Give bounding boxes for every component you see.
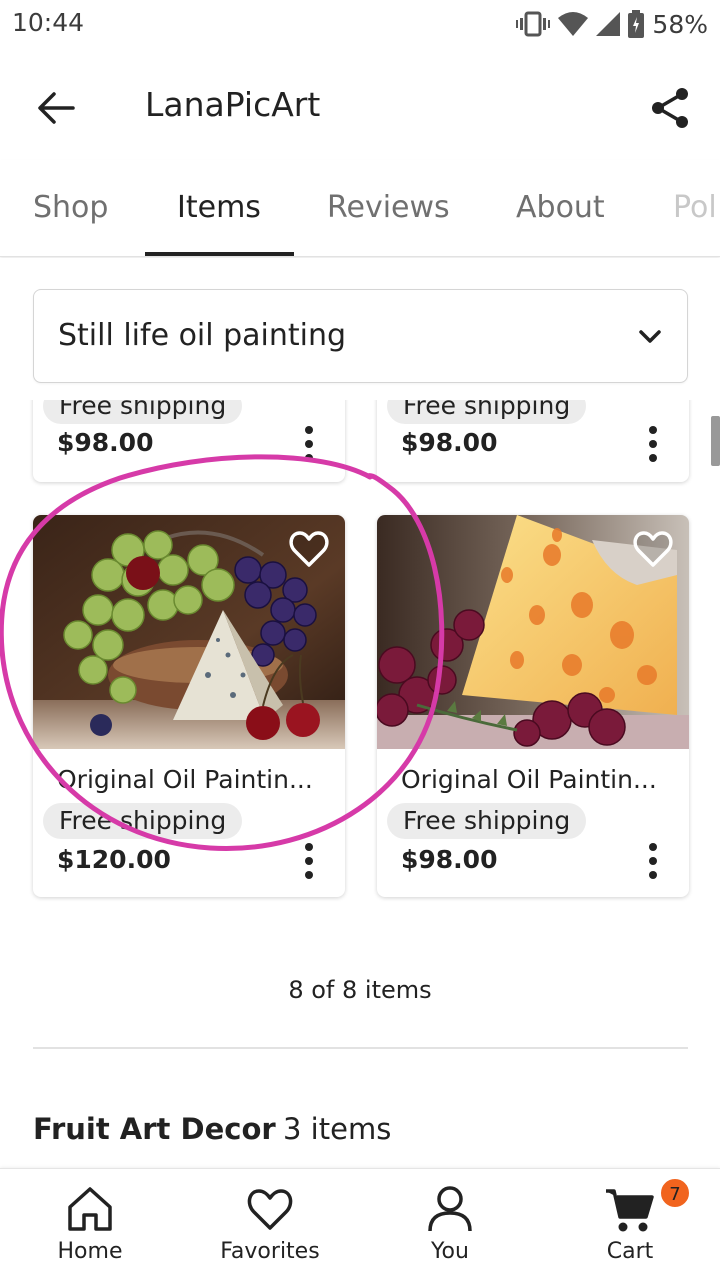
favorite-heart-icon[interactable] bbox=[287, 527, 331, 571]
heart-icon bbox=[247, 1189, 293, 1230]
battery-percent: 58% bbox=[652, 9, 708, 39]
item-price: $120.00 bbox=[57, 845, 171, 874]
product-card[interactable]: Original Oil Paintin... Free shipping $1… bbox=[33, 515, 345, 897]
nav-home[interactable]: Home bbox=[0, 1169, 180, 1280]
item-count: 8 of 8 items bbox=[288, 976, 432, 1004]
tab-about[interactable]: About bbox=[516, 160, 605, 256]
product-card[interactable]: Original Oil Paintin... Free shipping $9… bbox=[377, 515, 689, 897]
nav-home-label: Home bbox=[57, 1239, 123, 1264]
status-icons: 58% bbox=[516, 8, 708, 40]
more-options-icon[interactable] bbox=[295, 424, 323, 464]
scrollbar[interactable] bbox=[711, 416, 720, 466]
free-shipping-badge: Free shipping bbox=[387, 803, 587, 839]
battery-icon bbox=[628, 10, 645, 38]
nav-cart-label: Cart bbox=[606, 1239, 654, 1264]
nav-cart[interactable]: 7 Cart bbox=[540, 1169, 720, 1280]
nav-favorites-label: Favorites bbox=[220, 1239, 320, 1264]
section-item-count: 3 items bbox=[283, 1112, 392, 1146]
item-price: $98.00 bbox=[401, 428, 498, 457]
more-options-icon[interactable] bbox=[295, 841, 323, 881]
vibrate-icon bbox=[516, 11, 551, 37]
person-icon bbox=[428, 1186, 472, 1232]
status-bar: 10:44 58% bbox=[0, 0, 720, 50]
back-arrow-icon bbox=[38, 92, 75, 124]
share-button[interactable] bbox=[640, 78, 700, 138]
shop-title: LanaPicArt bbox=[145, 85, 321, 124]
app-bar: LanaPicArt bbox=[0, 60, 720, 156]
item-price: $98.00 bbox=[57, 428, 154, 457]
section-heading: Fruit Art Decor bbox=[33, 1112, 276, 1146]
tab-reviews[interactable]: Reviews bbox=[327, 160, 450, 256]
signal-icon bbox=[596, 12, 621, 36]
chevron-down-icon bbox=[639, 330, 661, 343]
divider bbox=[33, 1047, 688, 1049]
more-options-icon[interactable] bbox=[639, 841, 667, 881]
tab-shop[interactable]: Shop bbox=[33, 160, 108, 256]
share-icon bbox=[652, 88, 688, 128]
status-time: 10:44 bbox=[12, 8, 85, 37]
home-icon bbox=[68, 1187, 112, 1231]
tab-items[interactable]: Items bbox=[177, 160, 261, 256]
bottom-navigation: Home Favorites You 7 Cart bbox=[0, 1168, 720, 1280]
wifi-icon bbox=[558, 12, 589, 36]
section-dropdown[interactable]: Still life oil painting bbox=[33, 289, 688, 383]
item-title[interactable]: Original Oil Paintin... bbox=[401, 765, 657, 794]
back-button[interactable] bbox=[26, 80, 86, 136]
cart-count-badge: 7 bbox=[659, 1177, 691, 1209]
nav-you[interactable]: You bbox=[360, 1169, 540, 1280]
free-shipping-badge: Free shipping bbox=[43, 803, 243, 839]
item-title[interactable]: Original Oil Paintin... bbox=[57, 765, 313, 794]
active-tab-indicator bbox=[145, 252, 294, 256]
more-options-icon[interactable] bbox=[639, 424, 667, 464]
favorite-heart-icon[interactable] bbox=[631, 527, 675, 571]
nav-you-label: You bbox=[431, 1239, 469, 1264]
item-price: $98.00 bbox=[401, 845, 498, 874]
tab-policies[interactable]: Pol bbox=[673, 160, 717, 256]
cart-icon bbox=[606, 1189, 654, 1232]
nav-favorites[interactable]: Favorites bbox=[180, 1169, 360, 1280]
section-dropdown-value: Still life oil painting bbox=[58, 318, 347, 353]
shop-tabs: Shop Items Reviews About Pol bbox=[0, 160, 720, 257]
